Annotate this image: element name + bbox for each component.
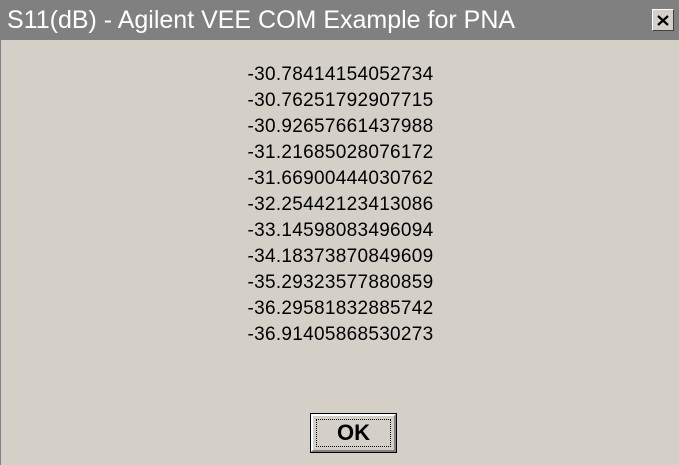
value-row: -30.78414154052734 xyxy=(247,64,434,85)
title-bar[interactable]: S11(dB) - Agilent VEE COM Example for PN… xyxy=(1,0,679,40)
value-row: -33.14598083496094 xyxy=(247,220,434,241)
close-button[interactable] xyxy=(652,9,674,31)
value-row: -32.25442123413086 xyxy=(247,194,434,215)
value-row: -35.29323577880859 xyxy=(247,272,434,293)
value-row: -36.29581832885742 xyxy=(247,298,434,319)
value-row: -30.92657661437988 xyxy=(247,116,434,137)
value-row: -31.21685028076172 xyxy=(247,142,434,163)
ok-button[interactable]: OK xyxy=(310,413,397,453)
message-dialog: S11(dB) - Agilent VEE COM Example for PN… xyxy=(0,0,679,465)
value-row: -34.18373870849609 xyxy=(247,246,434,267)
window-title: S11(dB) - Agilent VEE COM Example for PN… xyxy=(7,6,516,34)
value-row: -30.76251792907715 xyxy=(247,90,434,111)
value-row: -31.66900444030762 xyxy=(247,168,434,189)
value-row: -36.91405868530273 xyxy=(247,324,434,345)
value-list: -30.78414154052734 -30.76251792907715 -3… xyxy=(1,62,679,348)
close-icon xyxy=(657,14,669,26)
ok-button-label: OK xyxy=(337,420,370,445)
